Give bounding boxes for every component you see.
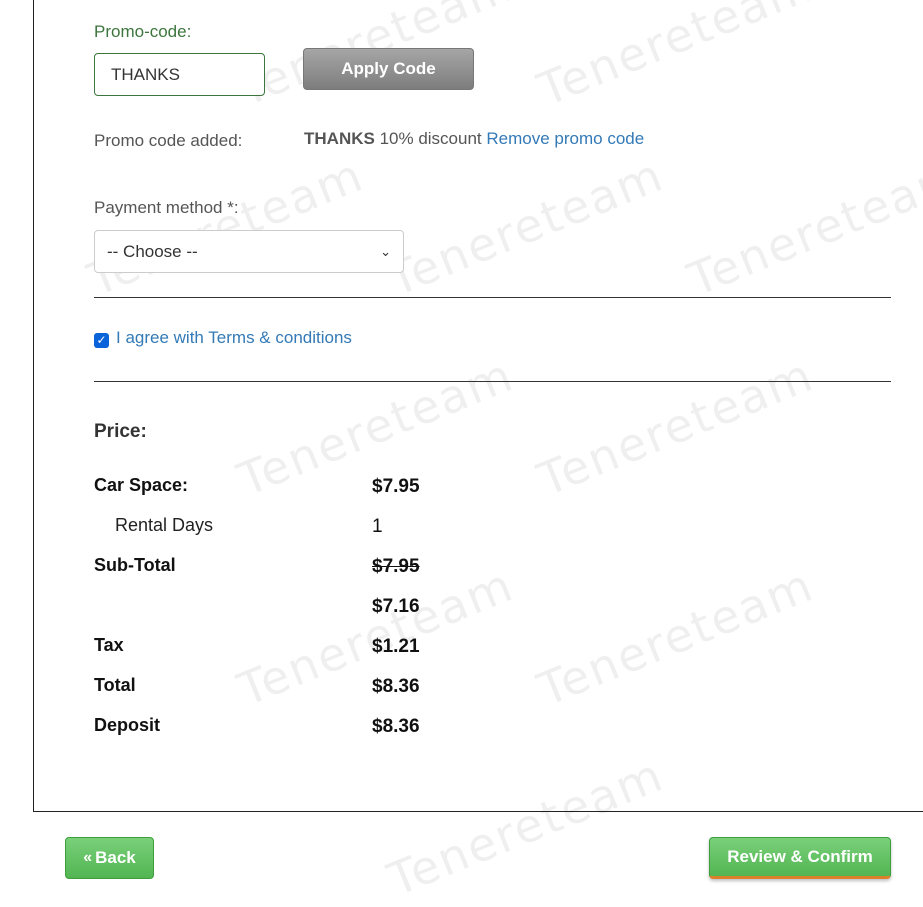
total-value: $8.36 [372,676,420,697]
subtotal-original-value: $7.95 [372,556,420,577]
subtotal-label: Sub-Total [94,555,176,575]
divider [94,297,891,298]
promo-code-input[interactable] [94,53,265,96]
tax-value: $1.21 [372,636,420,657]
chevron-down-icon: ⌄ [380,243,391,259]
remove-promo-link[interactable]: Remove promo code [486,129,644,148]
promo-code-label: Promo-code: [94,22,192,41]
back-button[interactable]: « Back [65,837,154,879]
terms-agreement: ✓ I agree with Terms & conditions [94,327,352,348]
review-confirm-button[interactable]: Review & Confirm [709,837,891,879]
promo-added-code: THANKS [304,129,375,148]
rental-days-label: Rental Days [115,515,214,535]
payment-method-selected: -- Choose -- [107,241,198,261]
total-label: Total [94,675,136,695]
rental-days-value: 1 [372,516,383,537]
form-panel [33,0,923,812]
terms-checkbox[interactable]: ✓ [94,333,109,348]
car-space-value: $7.95 [372,476,420,497]
double-chevron-left-icon: « [83,849,93,866]
back-button-label: Back [95,848,136,867]
price-heading: Price: [94,421,147,442]
payment-method-label: Payment method *: [94,198,239,217]
deposit-label: Deposit [94,715,161,735]
terms-link[interactable]: I agree with Terms & conditions [116,328,352,348]
deposit-value: $8.36 [372,716,420,737]
apply-code-button[interactable]: Apply Code [303,48,474,90]
tax-label: Tax [94,635,124,655]
promo-added-value: THANKS 10% discount Remove promo code [304,129,644,149]
payment-method-select[interactable]: -- Choose -- ⌄ [94,230,404,273]
promo-added-discount: 10% discount [379,129,482,148]
promo-added-label: Promo code added: [94,131,243,150]
subtotal-discounted-value: $7.16 [372,596,420,617]
car-space-label: Car Space: [94,475,189,495]
divider [94,381,891,382]
